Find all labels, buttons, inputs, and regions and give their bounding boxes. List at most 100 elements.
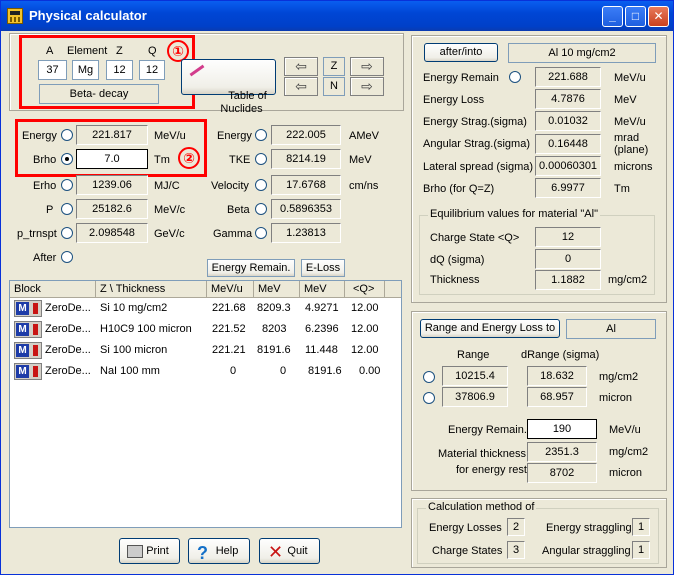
beta-radio[interactable] [255, 203, 267, 215]
energy-amev-value: 222.005 [271, 125, 341, 145]
material-thickness-label-2: for energy rest [456, 464, 527, 476]
angular-strag-label: Angular Strag.(sigma) [423, 138, 530, 150]
row-mevu: 221.52 [212, 323, 246, 335]
col-mev-loss[interactable]: MeV [300, 281, 345, 298]
range-header: Range [457, 349, 490, 361]
quit-label: Quit [287, 545, 308, 557]
title-bar[interactable]: Physical calculator _ □ ✕ [1, 1, 673, 31]
energy-remain-value: 221.688 [535, 67, 601, 87]
z-increase-arrow-icon[interactable]: ⇨ [350, 57, 384, 76]
table-of-nuclides-button[interactable]: Table of Nuclides [181, 59, 276, 115]
velocity-value: 17.6768 [271, 175, 341, 195]
charge-input[interactable]: 12 [139, 60, 165, 80]
maximize-button[interactable]: □ [625, 6, 646, 27]
brho-qz-value: 6.9977 [535, 178, 601, 198]
energy-losses-label: Energy Losses [429, 522, 502, 534]
col-mev[interactable]: MeV [254, 281, 300, 298]
material-thickness-micron-value: 8702 [527, 463, 597, 483]
col-q[interactable]: <Q> [345, 281, 385, 298]
close-button[interactable]: ✕ [648, 6, 669, 27]
x-icon: ✕ [268, 542, 284, 562]
charge-state-label: Charge State <Q> [430, 232, 520, 244]
quit-button[interactable]: ✕ Quit [259, 538, 320, 564]
tke-value: 8214.19 [271, 149, 341, 169]
help-button[interactable]: ? Help [188, 538, 250, 564]
n-increase-arrow-icon[interactable]: ⇨ [350, 77, 384, 96]
print-button[interactable]: Print [119, 538, 180, 564]
question-icon: ? [197, 543, 208, 563]
row-mevu: 221.21 [212, 344, 246, 356]
tke-label: TKE [229, 154, 251, 166]
gamma-radio[interactable] [255, 227, 267, 239]
z-decrease-arrow-icon[interactable]: ⇦ [284, 57, 318, 76]
material-thickness-unit: mg/cm2 [609, 446, 649, 458]
table-row[interactable]: M ZeroDe... Si 100 micron 221.21 8191.6 … [10, 340, 401, 361]
help-label: Help [215, 545, 239, 557]
gamma-label: Gamma [213, 228, 253, 240]
ptrnspt-label: p_trnspt [17, 228, 57, 240]
row-block: ZeroDe... [45, 323, 91, 335]
energy-loss-value: 4.7876 [535, 89, 601, 109]
table-row[interactable]: M ZeroDe... Si 10 mg/cm2 221.68 8209.3 4… [10, 298, 401, 319]
atomic-number-input[interactable]: 12 [106, 60, 133, 80]
momentum-unit: MeV/c [154, 204, 186, 216]
minimize-button[interactable]: _ [602, 6, 623, 27]
velocity-radio[interactable] [255, 179, 267, 191]
block-icon: M [14, 321, 42, 338]
charge-states-value[interactable]: 3 [507, 541, 525, 559]
energy-remain-radio[interactable] [509, 71, 521, 83]
row-mev-loss: 11.448 [305, 344, 338, 356]
range-material: Al [566, 319, 656, 339]
tab-energy-remain[interactable]: Energy Remain. [207, 259, 295, 277]
table-row[interactable]: M ZeroDe... NaI 100 mm 0 0 8191.6 0.00 [10, 361, 401, 382]
energy-unit: MeV/u [154, 130, 186, 142]
momentum-value: 25182.6 [76, 199, 148, 219]
row-q: 12.00 [351, 344, 379, 356]
brho-input[interactable]: 7.0 [76, 149, 148, 169]
after-radio[interactable] [61, 251, 73, 263]
col-block[interactable]: Block [10, 281, 96, 298]
energy-losses-value[interactable]: 2 [507, 518, 525, 536]
physical-calculator-window: Physical calculator _ □ ✕ ① A Element Z … [0, 0, 674, 575]
ptrnspt-radio[interactable] [61, 227, 73, 239]
energy-straggling-value[interactable]: 1 [632, 518, 650, 536]
range-mgcm2-radio[interactable] [423, 371, 435, 383]
beta-label: Beta [227, 204, 250, 216]
col-mevu[interactable]: MeV/u [207, 281, 254, 298]
after-label: After [33, 252, 57, 264]
row-q: 0.00 [359, 365, 381, 377]
energy-amev-radio[interactable] [255, 129, 267, 141]
mass-number-input[interactable]: 37 [38, 60, 67, 80]
erho-radio[interactable] [61, 179, 73, 191]
tab-eloss[interactable]: E-Loss [301, 259, 345, 277]
energy-amev-label: Energy [217, 130, 252, 142]
element-input[interactable]: Mg [72, 60, 99, 80]
energy-remain-unit: MeV/u [614, 72, 646, 84]
range-energy-loss-button[interactable]: Range and Energy Loss to [420, 319, 560, 338]
energy-value: 221.817 [76, 125, 148, 145]
after-into-button[interactable]: after/into [424, 43, 498, 62]
n-decrease-arrow-icon[interactable]: ⇦ [284, 77, 318, 96]
range-micron-radio[interactable] [423, 392, 435, 404]
energy-straggling-label: Energy straggling [546, 522, 632, 534]
block-icon: M [14, 300, 42, 317]
momentum-radio[interactable] [61, 203, 73, 215]
q-label: Q [148, 45, 157, 57]
angular-straggling-value[interactable]: 1 [632, 541, 650, 559]
energy-remain-label: Energy Remain [423, 72, 499, 84]
angular-strag-value: 0.16448 [535, 134, 601, 154]
range-energy-remain-input[interactable]: 190 [527, 419, 597, 439]
tke-radio[interactable] [255, 153, 267, 165]
energy-strag-label: Energy Strag.(sigma) [423, 116, 527, 128]
momentum-label: P [46, 204, 54, 216]
brho-radio[interactable] [61, 153, 73, 165]
brho-label: Brho [33, 154, 57, 166]
energy-radio[interactable] [61, 129, 73, 141]
table-row[interactable]: M ZeroDe... H10C9 100 micron 221.52 8203… [10, 319, 401, 340]
row-mev: 8203 [262, 323, 287, 335]
element-label: Element [67, 45, 108, 57]
range-unit-micron: micron [599, 392, 633, 404]
energy-loss-label: Energy Loss [423, 94, 485, 106]
lateral-spread-label: Lateral spread (sigma) [423, 161, 534, 173]
col-thickness[interactable]: Z \ Thickness [96, 281, 207, 298]
